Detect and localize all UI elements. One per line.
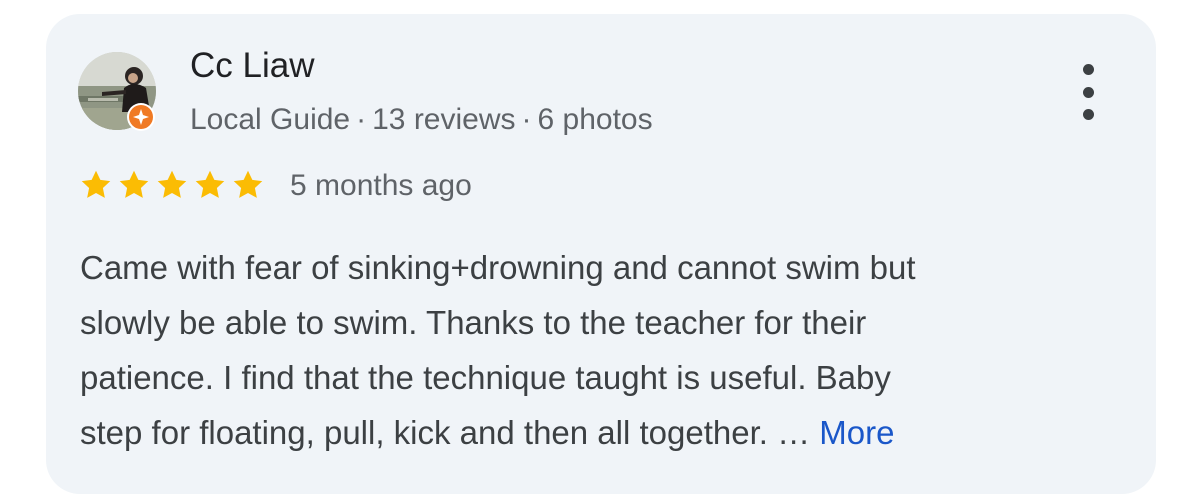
review-text-line: Came with fear of sinking+drowning and c… <box>80 249 916 286</box>
meta-separator: · <box>521 103 532 136</box>
more-vertical-icon <box>1082 64 1094 75</box>
star-icon <box>233 170 263 198</box>
reviewer-meta: Local Guide · 13 reviews · 6 photos <box>190 100 653 140</box>
star-icon <box>157 170 187 198</box>
more-vertical-icon <box>1082 109 1094 120</box>
review-count: 13 reviews <box>372 103 516 136</box>
review-text-line: patience. I find that the technique taug… <box>80 359 891 396</box>
review-text-line: slowly be able to swim. Thanks to the te… <box>80 304 867 341</box>
review-time: 5 months ago <box>290 169 472 202</box>
photo-count: 6 photos <box>537 103 653 136</box>
review-text-line: step for floating, pull, kick and then a… <box>80 405 1090 460</box>
more-options-button[interactable] <box>1068 64 1108 120</box>
review-text-last: step for floating, pull, kick and then a… <box>80 414 811 451</box>
local-guide-badge-icon <box>126 102 156 132</box>
more-link[interactable]: More <box>819 414 894 451</box>
star-rating <box>78 167 266 205</box>
review-text: Came with fear of sinking+drowning and c… <box>80 240 1090 460</box>
star-icon <box>119 170 149 198</box>
meta-separator: · <box>356 103 367 136</box>
reviewer-name[interactable]: Cc Liaw <box>190 44 314 88</box>
star-icon <box>195 170 225 198</box>
star-icon <box>81 170 111 198</box>
local-guide-label: Local Guide <box>190 103 351 136</box>
more-vertical-icon <box>1082 86 1094 98</box>
